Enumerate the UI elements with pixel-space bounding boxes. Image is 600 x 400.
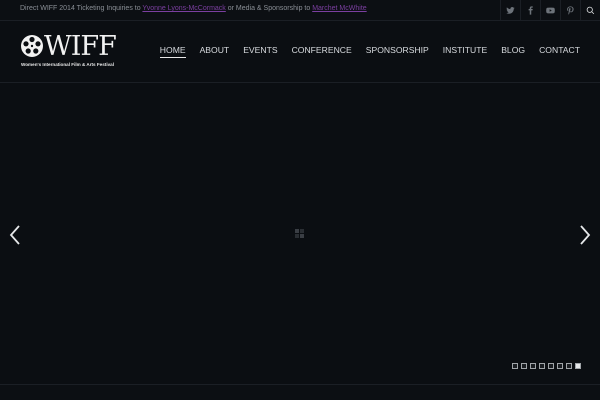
top-bar: Direct WIFF 2014 Ticketing Inquiries to …: [0, 0, 600, 21]
youtube-icon: [546, 7, 555, 14]
pinterest-button[interactable]: [560, 0, 580, 21]
loading-icon: [295, 229, 304, 238]
facebook-icon: [528, 6, 533, 15]
slider-dot[interactable]: [512, 363, 518, 369]
nav-home[interactable]: HOME: [153, 45, 193, 59]
nav-conference[interactable]: CONFERENCE: [285, 45, 359, 59]
content-strip: [0, 385, 600, 400]
main-nav: HOME ABOUT EVENTS CONFERENCE SPONSORSHIP…: [153, 45, 580, 59]
logo-wordmark: WIFF: [44, 31, 117, 62]
film-reel-icon: [21, 35, 43, 57]
slider-prev-button[interactable]: [8, 224, 22, 246]
site-logo[interactable]: WIFF Women's International Film & Arts F…: [20, 31, 120, 70]
twitter-icon: [506, 7, 515, 14]
social-links: [500, 0, 600, 21]
twitter-button[interactable]: [500, 0, 520, 21]
nav-sponsorship[interactable]: SPONSORSHIP: [359, 45, 436, 59]
slider-pagination: [512, 363, 581, 369]
logo-subtitle: Women's International Film & Arts Festiv…: [21, 62, 114, 67]
announcement-prefix: Direct WIFF 2014 Ticketing Inquiries to: [20, 5, 143, 12]
nav-contact[interactable]: CONTACT: [532, 45, 580, 59]
announcement-mid: or Media & Sponsorship to: [225, 5, 313, 12]
youtube-button[interactable]: [540, 0, 560, 21]
slider-dot-active[interactable]: [575, 363, 581, 369]
nav-institute[interactable]: INSTITUTE: [436, 45, 494, 59]
search-button[interactable]: [580, 0, 600, 21]
nav-events[interactable]: EVENTS: [236, 45, 284, 59]
pinterest-icon: [567, 6, 574, 15]
slider-dot[interactable]: [539, 363, 545, 369]
slider-dot[interactable]: [548, 363, 554, 369]
chevron-left-icon: [9, 225, 20, 245]
nav-about[interactable]: ABOUT: [193, 45, 237, 59]
slider-next-button[interactable]: [578, 224, 592, 246]
facebook-button[interactable]: [520, 0, 540, 21]
slider-dot[interactable]: [557, 363, 563, 369]
hero-slider: [0, 84, 600, 384]
slider-dot[interactable]: [530, 363, 536, 369]
site-header: WIFF Women's International Film & Arts F…: [0, 21, 600, 83]
slider-dot[interactable]: [566, 363, 572, 369]
contact-link-ticketing[interactable]: Yvonne Lyons-McCormack: [142, 5, 225, 12]
nav-blog[interactable]: BLOG: [494, 45, 532, 59]
chevron-right-icon: [580, 225, 591, 245]
search-icon: [586, 6, 595, 15]
contact-link-media[interactable]: Marchet McWhite: [312, 5, 366, 12]
announcement-text: Direct WIFF 2014 Ticketing Inquiries to …: [20, 5, 367, 12]
slider-dot[interactable]: [521, 363, 527, 369]
